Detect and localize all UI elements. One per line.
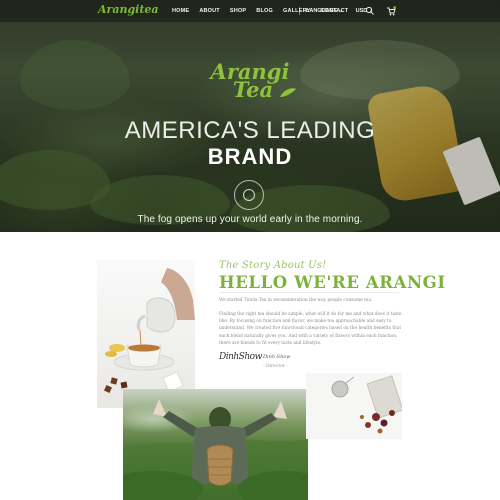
nav-item-shop[interactable]: SHOP: [230, 8, 246, 14]
hero-banner: Arangi Tea AMERICA'S LEADING BRAND The f…: [0, 0, 500, 232]
nav-item-blog[interactable]: BLOG: [256, 8, 273, 14]
hero-headline-line1: AMERICA'S LEADING: [124, 117, 376, 144]
hero-tagline: The fog opens up your world early in the…: [137, 214, 363, 225]
tea-picker-photo: [123, 389, 308, 500]
tea-pouring-photo: [97, 260, 195, 408]
story-title: HELLO WE'RE ARANGI: [219, 273, 446, 292]
story-paragraph-1: We started Tinola Tea in reconsideration…: [219, 298, 373, 303]
director-signature: DinhShow: [219, 352, 262, 362]
tea-spice-photo: [306, 373, 402, 439]
signer-name: Dinh Show: [263, 354, 291, 360]
leaf-icon: [280, 88, 296, 97]
top-navigation: Arangitea HOME ABOUT SHOP BLOG GALLERY C…: [0, 0, 500, 22]
search-icon[interactable]: [365, 6, 375, 16]
nav-item-home[interactable]: HOME: [172, 8, 189, 14]
cart-icon[interactable]: [386, 6, 396, 16]
hero-headline-line2: BRAND: [207, 144, 293, 169]
language-selector[interactable]: LANGUAGE ⌄: [306, 8, 344, 14]
signer-role: - Director -: [263, 364, 288, 369]
story-divider: [219, 292, 399, 293]
hero-brand-logo: Arangi Tea: [190, 61, 310, 100]
story-subheading: The Story About Us!: [219, 260, 327, 271]
nav-settings: LANGUAGE ⌄ USD ⌄: [306, 0, 373, 22]
nav-item-about[interactable]: ABOUT: [199, 8, 220, 14]
story-paragraph-2: Finding the right tea should be simple, …: [219, 312, 402, 346]
nav-divider: [299, 7, 300, 15]
badge-inner-ring: [243, 189, 255, 201]
site-logo[interactable]: Arangitea: [98, 3, 159, 16]
